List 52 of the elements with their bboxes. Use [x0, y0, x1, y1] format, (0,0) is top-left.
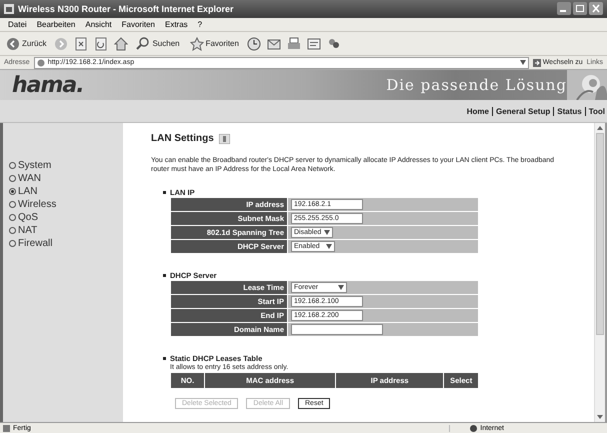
nav-link[interactable]: Tool: [588, 106, 605, 116]
radio-button[interactable]: [9, 240, 16, 248]
minimize-icon[interactable]: [557, 2, 571, 16]
logo: hama.: [12, 72, 84, 98]
document-icon[interactable]: [306, 36, 321, 51]
page-title: LAN Settings: [151, 133, 214, 144]
search-icon: [136, 36, 150, 51]
sidebar-item[interactable]: WAN: [3, 172, 123, 186]
close-icon[interactable]: [589, 2, 603, 16]
menu-item[interactable]: Bearbeiten: [36, 20, 76, 29]
back-button[interactable]: Zurück: [4, 36, 48, 52]
radio-button[interactable]: [9, 162, 16, 170]
stop-page-icon[interactable]: [74, 36, 88, 51]
sidebar-item[interactable]: Wireless: [3, 198, 123, 212]
radio-button[interactable]: [9, 188, 16, 196]
sidebar-item[interactable]: LAN: [3, 185, 123, 198]
menu-item[interactable]: Extras: [164, 20, 188, 29]
radio-button[interactable]: [9, 175, 16, 182]
sidebar-item[interactable]: System: [3, 159, 123, 172]
dropdown-arrow-icon: [324, 230, 330, 236]
scroll-thumb[interactable]: [596, 133, 604, 336]
dropdown-arrow-icon[interactable]: [520, 60, 526, 66]
dropdown-arrow-icon: [338, 285, 344, 290]
sidebar-item[interactable]: NAT: [3, 224, 123, 238]
sidebar-item[interactable]: Firewall: [3, 237, 123, 250]
app-icon: [4, 4, 14, 14]
nav-link[interactable]: General Setup: [496, 106, 550, 116]
home-icon[interactable]: [114, 36, 128, 51]
maximize-icon[interactable]: [573, 2, 587, 16]
nav-link[interactable]: Status: [557, 106, 582, 116]
slogan: Die passende Lösung: [386, 76, 567, 94]
menu-item[interactable]: Datei: [8, 20, 27, 29]
radio-button[interactable]: [9, 201, 16, 208]
window-title: Wireless N300 Router - Microsoft Internet Explorer: [18, 4, 234, 14]
dropdown-arrow-icon: [326, 244, 332, 250]
input-field[interactable]: [291, 324, 383, 336]
favorites-button[interactable]: Favoriten: [188, 36, 241, 52]
menu-item[interactable]: Favoriten: [122, 20, 155, 29]
printer-icon[interactable]: [286, 36, 301, 51]
radio-button[interactable]: [9, 227, 16, 234]
search-button[interactable]: Suchen: [134, 36, 182, 52]
clock-icon[interactable]: [246, 36, 261, 51]
refresh-page-icon[interactable]: [94, 36, 108, 51]
menu-item[interactable]: ?: [198, 20, 202, 29]
menu-item[interactable]: Ansicht: [85, 20, 112, 29]
page-icon: [3, 424, 10, 432]
nav-link[interactable]: Home: [466, 106, 489, 116]
star-icon: [190, 36, 204, 51]
sidebar-item[interactable]: QoS: [3, 211, 123, 224]
radio-button[interactable]: [9, 214, 16, 222]
envelope-icon[interactable]: [266, 36, 281, 51]
go-arrow-icon: [532, 58, 541, 67]
